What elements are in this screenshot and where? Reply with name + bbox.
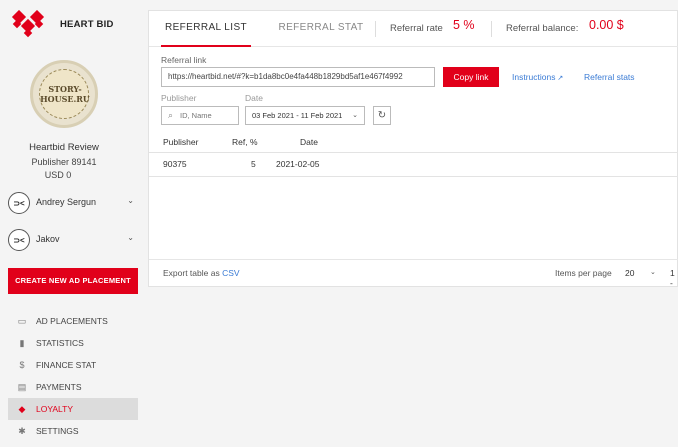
avatar-badge: STORY-HOUSE.RU <box>39 69 90 119</box>
referral-rate-value: 5 % <box>453 18 475 32</box>
publisher-search-input[interactable] <box>180 109 236 122</box>
referral-link-label: Referral link <box>161 55 207 65</box>
payments-icon: ▤ <box>17 381 27 392</box>
app: HEART BID STORY-HOUSE.RU Heartbid Review… <box>0 0 678 447</box>
instructions-link[interactable]: Instructions ↗ <box>512 72 563 82</box>
tab-referral-stat[interactable]: REFERRAL STAT <box>271 11 371 47</box>
referral-link-field[interactable]: https://heartbid.net/#?k=b1da8bc0e4fa448… <box>161 67 435 87</box>
sidebar-item-label: FINANCE STAT <box>36 360 97 370</box>
refresh-button[interactable]: ↻ <box>373 106 391 125</box>
tab-referral-list[interactable]: REFERRAL LIST <box>161 11 251 47</box>
items-per-page-label: Items per page <box>555 268 612 278</box>
date-range-value: 03 Feb 2021 - 11 Feb 2021 <box>252 111 343 120</box>
cell-ref: 5 <box>251 159 256 169</box>
account-name: Jakov <box>36 234 60 244</box>
heart-bid-logo-icon <box>11 10 45 38</box>
main-panel: REFERRAL LIST REFERRAL STAT Referral rat… <box>148 10 678 288</box>
chevron-down-icon: ⌄ <box>127 233 134 242</box>
profile-balance: USD 0 <box>44 170 72 180</box>
account-name: Andrey Sergun <box>36 197 97 207</box>
date-filter-label: Date <box>245 93 263 103</box>
copy-link-button[interactable]: Copy link <box>443 67 499 87</box>
chevron-down-icon: ⌄ <box>127 196 134 205</box>
column-header-publisher[interactable]: Publisher <box>163 137 198 147</box>
ad-placements-icon: ▭ <box>17 315 27 326</box>
referral-link-value: https://heartbid.net/#?k=b1da8bc0e4fa448… <box>168 72 403 81</box>
divider <box>491 21 492 37</box>
tag-icon: ◆ <box>18 403 26 414</box>
divider <box>375 21 376 37</box>
items-per-page-select[interactable]: 20 <box>625 268 634 278</box>
publisher-search: ⌕ <box>161 106 239 125</box>
dollar-icon: $ <box>19 360 25 370</box>
sidebar-item-payments[interactable]: ▤ PAYMENTS <box>8 376 138 398</box>
table-footer: Export table as CSV Items per page 20 ⌄ … <box>149 259 678 288</box>
sidebar: HEART BID STORY-HOUSE.RU Heartbid Review… <box>0 0 146 447</box>
column-header-ref[interactable]: Ref, % <box>232 137 258 147</box>
export-csv-link[interactable]: CSV <box>222 268 239 278</box>
pagination-range: 1 - <box>670 268 675 288</box>
sidebar-item-loyalty[interactable]: ◆ LOYALTY <box>8 398 138 420</box>
sidebar-item-ad-placements[interactable]: ▭ AD PLACEMENTS <box>8 310 138 332</box>
referral-balance-value: 0.00 $ <box>589 18 624 32</box>
date-range-select[interactable]: 03 Feb 2021 - 11 Feb 2021 ⌄ <box>245 106 365 125</box>
profile-name: Heartbid Review <box>29 142 99 153</box>
external-link-icon: ↗ <box>555 75 564 82</box>
export-label: Export table as <box>163 268 220 278</box>
chevron-down-icon: ⌄ <box>352 112 358 119</box>
bar-chart-icon: ▮ <box>19 337 25 348</box>
gear-icon: ✱ <box>18 425 26 436</box>
referral-rate-label: Referral rate <box>390 23 443 34</box>
sidebar-item-label: LOYALTY <box>36 404 74 414</box>
account-avatar-icon: ⊃< <box>8 229 30 251</box>
account-avatar-icon: ⊃< <box>8 192 30 214</box>
refresh-icon: ↻ <box>377 110 387 121</box>
cell-date: 2021-02-05 <box>276 159 320 169</box>
brand-logo[interactable]: HEART BID <box>8 8 148 42</box>
sidebar-item-finance-stat[interactable]: $ FINANCE STAT <box>8 354 138 376</box>
avatar: STORY-HOUSE.RU <box>30 60 98 128</box>
search-icon: ⌕ <box>168 110 174 120</box>
account-switcher-andrey[interactable]: ⊃< Andrey Sergun ⌄ <box>8 192 138 214</box>
referral-balance-label: Referral balance: <box>506 23 579 34</box>
avatar-text: STORY-HOUSE.RU <box>40 84 90 104</box>
sidebar-nav: ▭ AD PLACEMENTS ▮ STATISTICS $ FINANCE S… <box>8 310 138 442</box>
account-switcher-jakov[interactable]: ⊃< Jakov ⌄ <box>8 229 138 251</box>
tab-bar: REFERRAL LIST REFERRAL STAT Referral rat… <box>149 11 678 47</box>
sidebar-item-label: STATISTICS <box>36 338 84 348</box>
publisher-id: Publisher 89141 <box>31 157 97 167</box>
column-header-date[interactable]: Date <box>300 137 318 147</box>
export-table: Export table as CSV <box>163 268 240 278</box>
chevron-down-icon: ⌄ <box>650 269 656 276</box>
sidebar-item-statistics[interactable]: ▮ STATISTICS <box>8 332 138 354</box>
sidebar-item-settings[interactable]: ✱ SETTINGS <box>8 420 138 442</box>
table-row: 90375 5 2021-02-05 <box>149 153 678 177</box>
referral-stats-link[interactable]: Referral stats <box>584 72 635 82</box>
table-header: Publisher Ref, % Date <box>149 133 678 153</box>
sidebar-item-label: AD PLACEMENTS <box>36 316 108 326</box>
instructions-link-label: Instructions <box>512 72 556 82</box>
create-ad-placement-button[interactable]: CREATE NEW AD PLACEMENT <box>8 268 138 294</box>
cell-publisher: 90375 <box>163 159 187 169</box>
sidebar-item-label: SETTINGS <box>36 426 79 436</box>
brand-name: HEART BID <box>60 19 114 30</box>
publisher-filter-label: Publisher <box>161 93 197 103</box>
sidebar-item-label: PAYMENTS <box>36 382 82 392</box>
